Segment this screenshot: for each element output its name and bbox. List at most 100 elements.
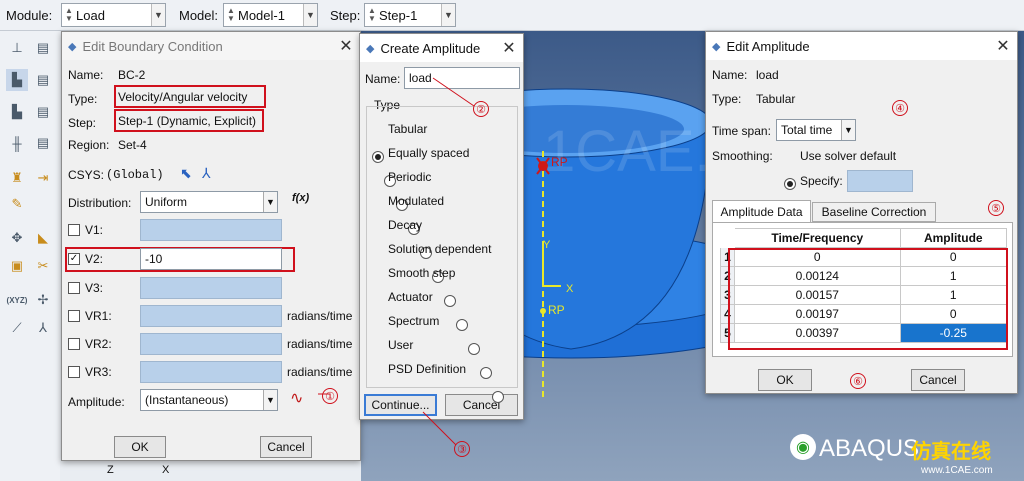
x-axis-label: X (566, 283, 574, 295)
solver-default-radio[interactable] (784, 178, 796, 190)
create-amplitude-titlebar[interactable]: ◆ Create Amplitude ✕ (360, 34, 523, 62)
ca-name-label: Name: (365, 72, 401, 86)
load-case-manager-icon[interactable]: ▤ (32, 132, 54, 154)
ca-name-input[interactable]: load (404, 67, 520, 89)
special-icon[interactable]: ♜ (6, 167, 28, 189)
row-label: VR1: (85, 309, 112, 323)
move-icon[interactable]: ✥ (6, 227, 28, 249)
close-icon[interactable]: ✕ (989, 36, 1017, 56)
edit-bc-titlebar[interactable]: ◆ Edit Boundary Condition ✕ (62, 32, 360, 60)
type-radio[interactable] (372, 151, 384, 163)
row-checkbox[interactable] (68, 282, 80, 294)
ca-cancel-button[interactable]: Cancel (445, 394, 518, 416)
edit-amplitude-titlebar[interactable]: ◆ Edit Amplitude ✕ (706, 32, 1017, 60)
row-checkbox[interactable] (68, 310, 80, 322)
cut-icon[interactable]: ▣ (6, 255, 28, 277)
callout-3: ③ (454, 441, 470, 457)
tab-amplitude-data[interactable]: Amplitude Data (712, 200, 811, 222)
bc-name-value: BC-2 (118, 68, 146, 82)
type-option-label: PSD Definition (388, 362, 467, 376)
row-value-input[interactable]: -10 (140, 248, 282, 270)
bc-manager-icon[interactable]: ▤ (32, 69, 54, 91)
brand-url: www.1CAE.com (921, 465, 993, 476)
bc-type-label: Type: (68, 92, 98, 106)
ea-type-label: Type: (712, 92, 742, 106)
spin-icon: ▲ ▼ (65, 6, 73, 23)
type-radio[interactable] (480, 367, 492, 379)
special-alt-icon[interactable]: ⇥ (32, 167, 54, 189)
rotate-icon[interactable]: ◣ (32, 227, 54, 249)
tab-baseline-correction[interactable]: Baseline Correction (812, 202, 936, 222)
xyz-datum-icon[interactable]: (XYZ) (6, 289, 28, 311)
load-manager-icon[interactable]: ▤ (32, 37, 54, 59)
fx-icon[interactable]: f(x) (292, 192, 309, 204)
timespan-label: Time span: (712, 124, 771, 138)
window-icon: ◆ (712, 40, 721, 53)
type-radio[interactable] (456, 319, 468, 331)
specify-input[interactable] (847, 170, 913, 192)
bc-cancel-button[interactable]: Cancel (260, 436, 312, 458)
amplitude-value: (Instantaneous) (145, 393, 229, 407)
amplitude-select[interactable]: (Instantaneous) ▼ (140, 389, 278, 411)
ea-cancel-button[interactable]: Cancel (911, 369, 965, 391)
step-combo[interactable]: ▲ ▼ Step-1 ▼ (364, 3, 456, 27)
edit-bc-title: Edit Boundary Condition (82, 38, 223, 54)
model-label: Model: (179, 8, 219, 23)
window-icon: ◆ (68, 40, 77, 53)
close-icon[interactable]: ✕ (495, 38, 523, 58)
spin-icon: ▲ ▼ (227, 6, 235, 23)
close-icon[interactable]: ✕ (332, 36, 360, 56)
type-radio[interactable] (492, 391, 504, 403)
wechat-icon: ◉ (790, 434, 816, 460)
continue-button[interactable]: Continue... (364, 394, 437, 416)
row-value-input[interactable] (140, 333, 282, 355)
type-radio[interactable] (468, 343, 480, 355)
timespan-select[interactable]: Total time ▼ (776, 119, 856, 141)
select-arrow-icon[interactable]: ⬉ (180, 165, 192, 182)
callout-6: ⑥ (850, 373, 866, 389)
ca-name-value: load (409, 71, 432, 85)
row-checkbox[interactable] (68, 366, 80, 378)
row-value-input[interactable] (140, 305, 282, 327)
type-option-label: Actuator (388, 290, 433, 304)
ea-ok-button[interactable]: OK (758, 369, 812, 391)
create-amplitude-icon[interactable]: ∿ (290, 388, 303, 408)
step-value: Step-1 (379, 7, 418, 23)
ea-name-label: Name: (712, 68, 748, 82)
rp-label-bottom: RP (548, 303, 565, 317)
bc-step-value: Step-1 (Dynamic, Explicit) (118, 114, 257, 128)
row-label: V3: (85, 281, 104, 295)
type-option-label: Decay (388, 218, 423, 232)
module-combo[interactable]: ▲ ▼ Load ▼ (61, 3, 166, 27)
predefined-field-icon[interactable]: ▙ (6, 101, 28, 123)
table-corner (720, 228, 735, 248)
col-amplitude-header: Amplitude (899, 228, 1008, 248)
plane-datum-icon[interactable]: ⟋ (6, 317, 28, 339)
field-manager-icon[interactable]: ▤ (32, 101, 54, 123)
model-combo[interactable]: ▲ ▼ Model-1 ▼ (223, 3, 318, 27)
type-option-label: User (388, 338, 414, 352)
create-amplitude-dialog: ◆ Create Amplitude ✕ Name: load Type Con… (359, 33, 524, 420)
load-tool-icon[interactable]: ⊥ (6, 37, 28, 59)
scissors-icon[interactable]: ✂ (32, 255, 54, 277)
row-checkbox[interactable]: ✓ (68, 253, 80, 265)
distribution-select[interactable]: Uniform ▼ (140, 191, 278, 213)
type-radio[interactable] (444, 295, 456, 307)
row-value-input[interactable] (140, 277, 282, 299)
row-label: V2: (85, 252, 104, 266)
axis-datum-icon[interactable]: ✢ (32, 289, 54, 311)
bc-ok-button[interactable]: OK (114, 436, 166, 458)
y-axis-label: Y (543, 239, 551, 251)
bc-tool-icon[interactable]: ▙ (6, 69, 28, 91)
table-highlight (728, 248, 1008, 350)
rp-label-top: RP (551, 155, 568, 169)
row-checkbox[interactable] (68, 338, 80, 350)
distribution-value: Uniform (145, 195, 188, 209)
edit-icon[interactable]: ✎ (6, 193, 28, 215)
csys-datum-icon[interactable]: ⅄ (32, 317, 54, 339)
create-csys-icon[interactable]: ⅄ (202, 165, 211, 182)
row-checkbox[interactable] (68, 224, 80, 236)
row-value-input[interactable] (140, 219, 282, 241)
row-value-input[interactable] (140, 361, 282, 383)
load-case-icon[interactable]: ╫ (6, 132, 28, 154)
